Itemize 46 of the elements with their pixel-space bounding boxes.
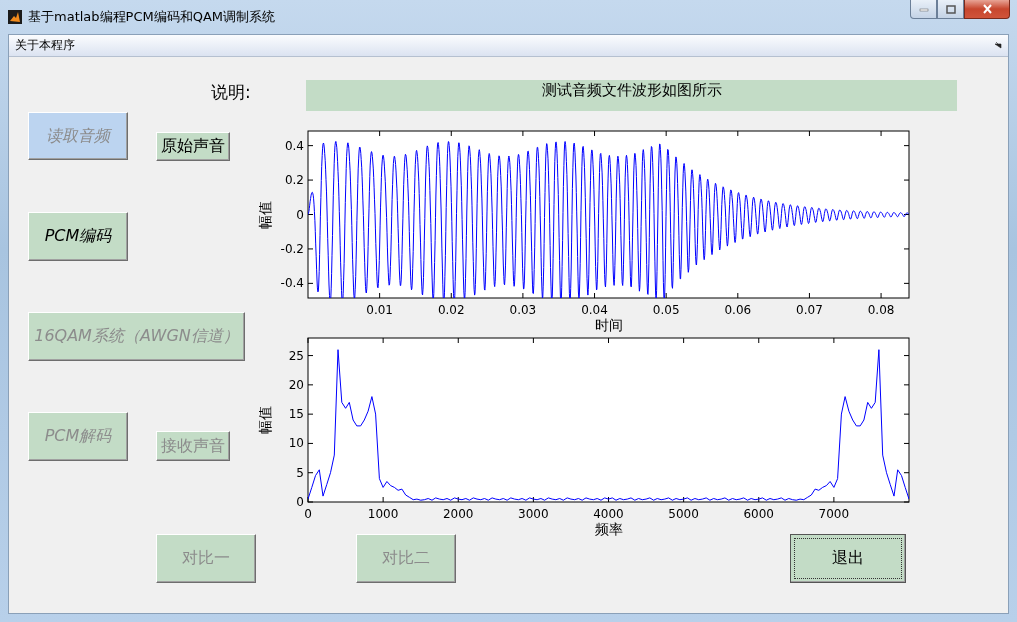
tick-label: -0.4 xyxy=(280,276,304,291)
tick-label: 25 xyxy=(288,348,304,363)
tick-label: 6000 xyxy=(743,507,774,521)
maximize-button[interactable] xyxy=(937,0,964,19)
push-button[interactable]: 退出 xyxy=(790,534,906,583)
window-title: 基于matlab编程PCM编码和QAM调制系统 xyxy=(28,8,276,26)
tick-label: 0.04 xyxy=(581,303,608,317)
minimize-button[interactable] xyxy=(910,0,937,19)
push-button[interactable]: 原始声音 xyxy=(156,132,230,161)
axis-title: 幅值 xyxy=(257,200,273,229)
arrow-icon xyxy=(995,42,1002,49)
app-icon xyxy=(8,10,22,24)
tick-label: 10 xyxy=(288,436,304,451)
tick-label: 20 xyxy=(288,377,304,392)
tick-label: 0.02 xyxy=(437,303,465,317)
tick-label: 15 xyxy=(288,407,304,422)
tick-label: 0.2 xyxy=(284,173,304,188)
tick-label: -0.2 xyxy=(280,241,304,256)
tick-label: 3000 xyxy=(518,507,549,521)
close-icon xyxy=(981,4,993,14)
tick-label: 0.05 xyxy=(652,303,680,317)
tick-label: 5000 xyxy=(668,507,699,521)
minimize-icon xyxy=(918,6,929,12)
push-button[interactable]: PCM编码 xyxy=(28,212,128,261)
tick-label: 0 xyxy=(296,207,304,222)
tick-label: 0.07 xyxy=(796,303,823,317)
axis-title: 频率 xyxy=(594,521,623,537)
tick-label: 1000 xyxy=(367,507,399,521)
tick-label: 0.03 xyxy=(509,303,537,317)
menu-item[interactable]: 关于本程序 xyxy=(15,37,75,54)
tick-label: 4000 xyxy=(593,507,624,521)
tick-label: 0 xyxy=(304,507,312,521)
tick-label: 0 xyxy=(296,495,304,509)
tick-label: 0.4 xyxy=(284,138,304,153)
tick-label: 0.01 xyxy=(366,303,393,317)
description-label: 说明: xyxy=(211,81,251,104)
maximize-icon xyxy=(945,4,956,14)
tick-label: 0.08 xyxy=(867,303,895,317)
tick-label: 0.06 xyxy=(724,303,752,317)
tick-label: 5 xyxy=(296,465,304,480)
close-button[interactable] xyxy=(964,0,1010,19)
axis-title: 时间 xyxy=(594,317,623,333)
tick-label: 7000 xyxy=(818,507,850,521)
axis-title: 幅值 xyxy=(257,406,273,434)
tick-label: 2000 xyxy=(443,507,474,521)
description-text: 测试音频文件波形如图所示 xyxy=(306,80,957,111)
